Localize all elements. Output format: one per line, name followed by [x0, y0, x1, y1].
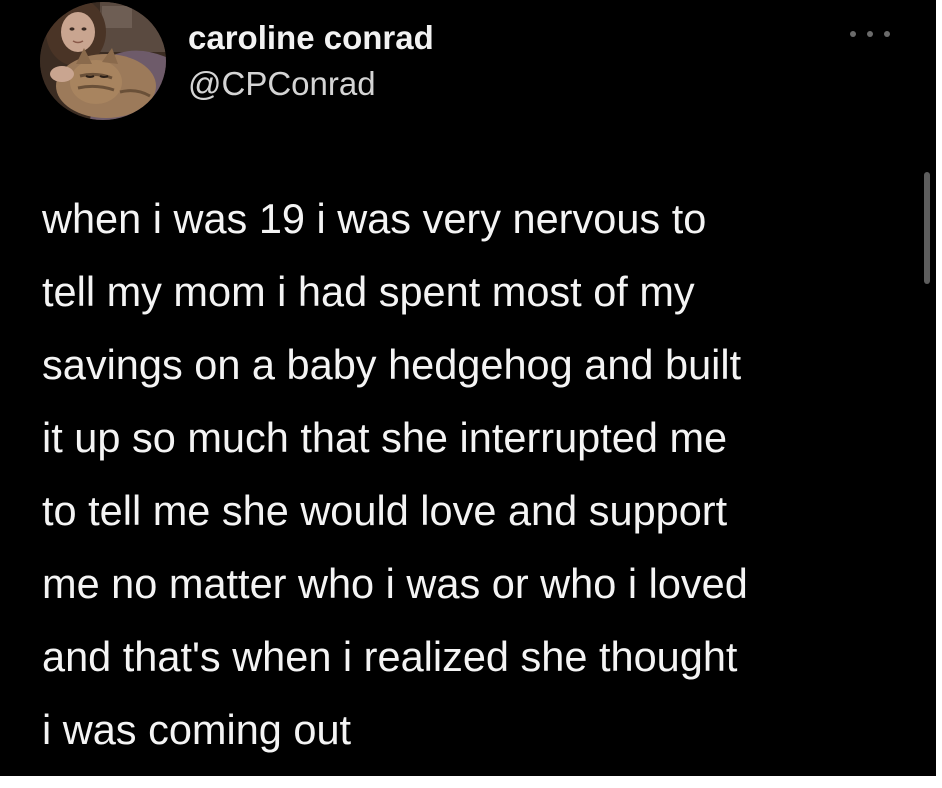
tweet-card: caroline conrad @CPConrad when i was 19 … — [0, 0, 936, 776]
tweet-text-line: and that's when i realized she thought — [42, 633, 738, 680]
avatar[interactable] — [40, 2, 166, 120]
tweet-text-line: tell my mom i had spent most of my — [42, 268, 695, 315]
tweet-text-line: to tell me she would love and support — [42, 487, 728, 534]
tweet-text-line: me no matter who i was or who i loved — [42, 560, 748, 607]
more-options-icon[interactable] — [848, 22, 892, 46]
more-dot — [850, 31, 856, 37]
tweet-text-line: when i was 19 i was very nervous to — [42, 195, 707, 242]
scrollbar[interactable] — [924, 172, 930, 284]
tweet-text-line: savings on a baby hedgehog and built — [42, 341, 742, 388]
tweet-text-line: i was coming out — [42, 706, 352, 753]
more-dot — [867, 31, 873, 37]
tweet-text-line: it up so much that she interrupted me — [42, 414, 728, 461]
avatar-image — [40, 2, 166, 120]
display-name[interactable]: caroline conrad — [188, 18, 434, 58]
user-handle[interactable]: @CPConrad — [188, 64, 376, 104]
more-dot — [884, 31, 890, 37]
tweet-text: when i was 19 i was very nervous to tell… — [42, 182, 912, 766]
